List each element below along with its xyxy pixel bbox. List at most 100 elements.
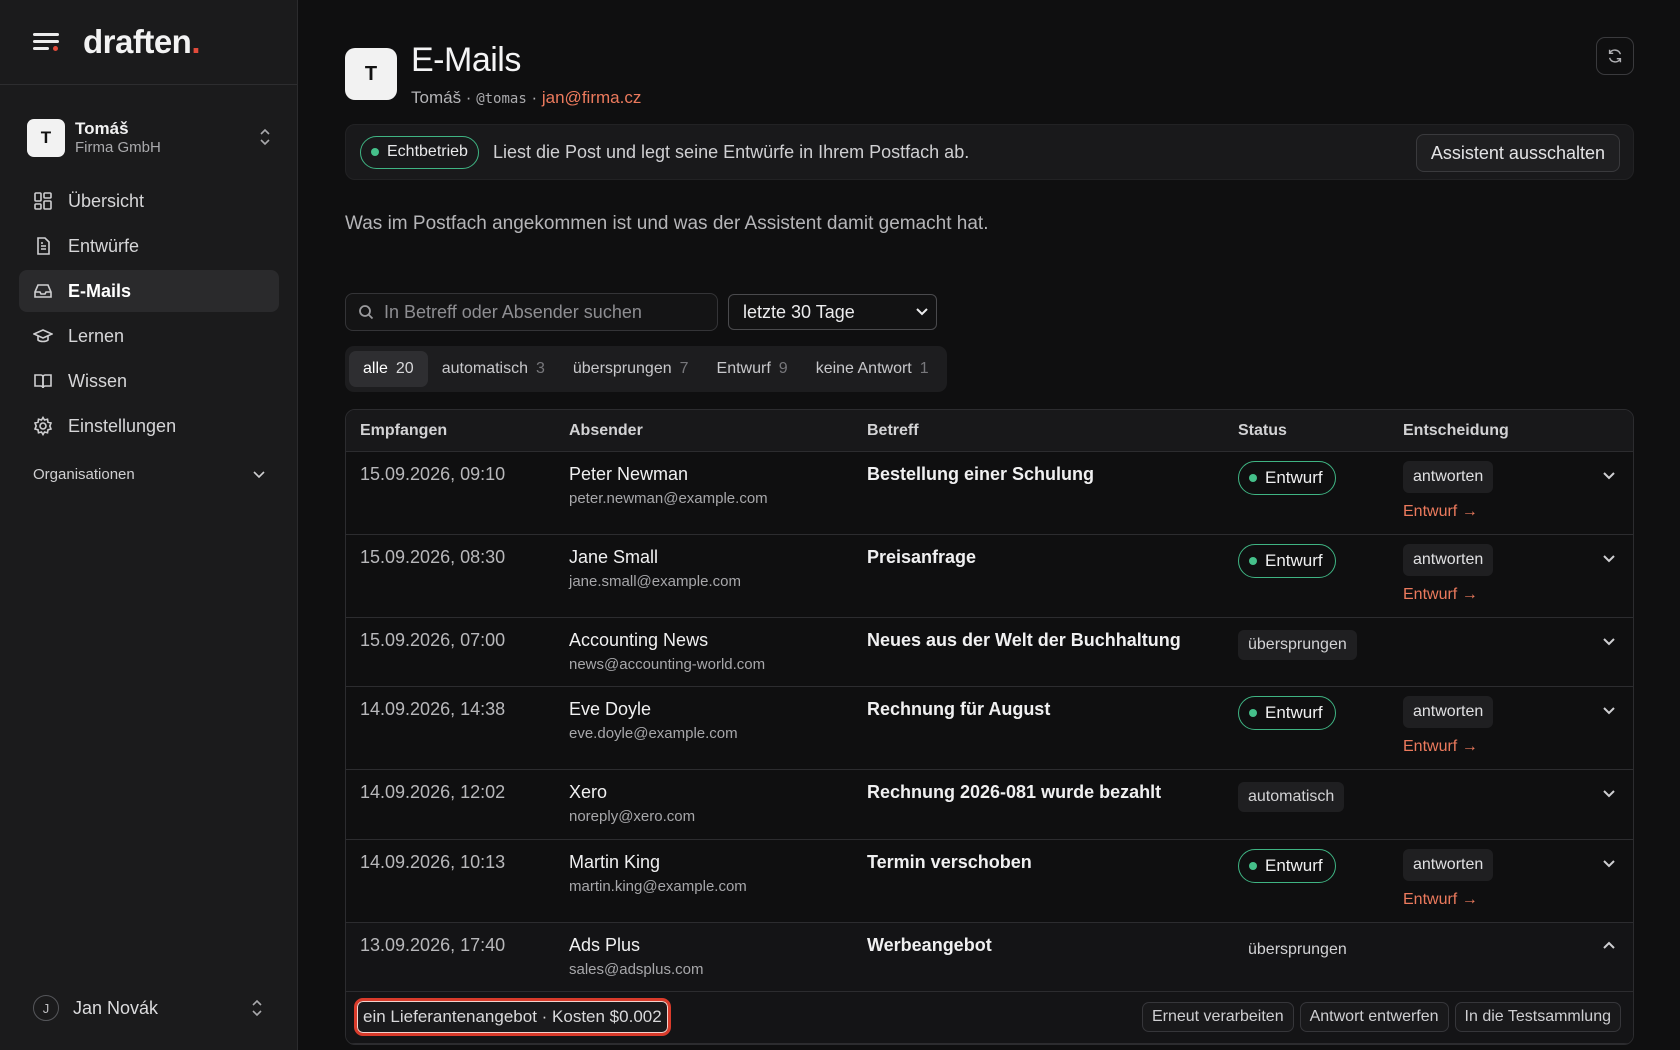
sender-name: Martin King [569, 852, 661, 872]
sidebar-item-emails[interactable]: E-Mails [19, 270, 279, 312]
decision-chip: antworten [1403, 696, 1494, 728]
filter-tabs: alle 20 automatisch 3 übersprungen 7 Entwur… [345, 346, 947, 392]
sidebar-item-uebersicht[interactable]: Übersicht [19, 180, 279, 222]
chevrons-up-down-icon [251, 999, 263, 1017]
assistant-name: Tomáš [411, 88, 462, 107]
sidebar: draften. T Tomáš Firma GmbH Übersicht En… [0, 0, 298, 1050]
sidebar-item-lernen[interactable]: Lernen [19, 315, 279, 357]
sender-name: Jane Small [569, 547, 659, 567]
subject: Rechnung für August [867, 699, 1051, 719]
search-icon [359, 305, 374, 320]
column-header[interactable]: Betreff [867, 410, 919, 452]
sidebar-item-einstellungen[interactable]: Einstellungen [19, 405, 279, 447]
filter-tab-keine-antwort[interactable]: keine Antwort 1 [802, 351, 943, 387]
table-row[interactable]: 15.09.2026, 09:10 Peter Newman peter.newm… [346, 452, 1633, 535]
chevron-down-icon [1603, 707, 1615, 715]
graduation-cap-icon [33, 329, 53, 343]
table-row[interactable]: 14.09.2026, 10:13 Martin King martin.king… [346, 840, 1633, 923]
logo-dot: . [191, 23, 201, 60]
page-title: E-Mails [411, 41, 521, 79]
status-dot-icon [371, 148, 379, 156]
chevron-down-icon [916, 304, 928, 319]
reprocess-button[interactable]: Erneut verarbeiten [1141, 1002, 1294, 1032]
filter-count: 20 [395, 360, 414, 377]
status-cell: Entwurf [1238, 696, 1336, 730]
assistant-handle: @tomas [476, 91, 527, 107]
expand-row-button[interactable] [1602, 856, 1616, 870]
status-label: Entwurf [1265, 468, 1323, 487]
subject: Termin verschoben [867, 852, 1032, 872]
filter-tab-alle[interactable]: alle 20 [349, 351, 428, 387]
grid-icon [34, 192, 52, 210]
received-date: 14.09.2026, 12:02 [360, 782, 506, 802]
decision-cell: antworten Entwurf → [1403, 696, 1494, 756]
chevron-up-icon [1603, 941, 1615, 949]
status-badge: Entwurf [1238, 461, 1336, 495]
open-draft-link[interactable]: Entwurf → [1403, 586, 1493, 604]
user-menu[interactable]: J Jan Novák [33, 995, 265, 1021]
collapse-row-button[interactable] [1602, 939, 1616, 953]
sidebar-item-label: Einstellungen [68, 415, 177, 436]
tenant-name: Tomáš [75, 119, 129, 138]
refresh-button[interactable] [1596, 37, 1634, 75]
status-badge: übersprungen [1238, 630, 1357, 660]
decision-chip: antworten [1403, 544, 1494, 576]
assistant-email-link[interactable]: jan@firma.cz [542, 88, 641, 107]
column-header[interactable]: Absender [569, 410, 643, 452]
expand-row-button[interactable] [1602, 786, 1616, 800]
table-row[interactable]: 15.09.2026, 08:30 Jane Small jane.small@e… [346, 535, 1633, 618]
filter-count: 7 [679, 360, 689, 377]
logo[interactable]: draften. [83, 23, 200, 61]
organisations-toggle[interactable]: Organisationen [33, 466, 265, 483]
subject: Preisanfrage [867, 547, 977, 567]
add-to-test-set-button[interactable]: In die Testsammlung [1454, 1002, 1621, 1032]
filter-tab-uebersprungen[interactable]: übersprungen 7 [559, 351, 703, 387]
page-description: Was im Postfach angekommen ist und was d… [345, 213, 989, 234]
filter-label: alle [363, 360, 388, 377]
status-dot-icon [1249, 862, 1257, 870]
organisations-label: Organisationen [33, 466, 135, 483]
page-header: T E-Mails Tomáš · @tomas · jan@firma.cz [345, 40, 641, 108]
column-header[interactable]: Entscheidung [1403, 410, 1509, 452]
sidebar-item-label: Wissen [68, 370, 128, 391]
filter-tab-automatisch[interactable]: automatisch 3 [428, 351, 559, 387]
table-row[interactable]: 14.09.2026, 12:02 Xero noreply@xero.com R… [346, 770, 1633, 840]
expand-row-button[interactable] [1602, 703, 1616, 717]
expand-row-button[interactable] [1602, 634, 1616, 648]
column-header[interactable]: Status [1238, 410, 1287, 452]
filter-count: 1 [919, 360, 929, 377]
draft-reply-button[interactable]: Antwort entwerfen [1299, 1002, 1449, 1032]
open-draft-link[interactable]: Entwurf → [1403, 738, 1493, 756]
status-cell: automatisch [1238, 779, 1345, 812]
sidebar-item-wissen[interactable]: Wissen [19, 360, 279, 402]
expand-row-button[interactable] [1602, 551, 1616, 565]
status-cell: Entwurf [1238, 461, 1336, 495]
table-row[interactable]: 13.09.2026, 17:40 Ads Plus sales@adsplus.… [346, 923, 1633, 992]
gear-icon [33, 416, 53, 436]
sidebar-item-label: Entwürfe [68, 235, 140, 256]
column-header[interactable]: Empfangen [360, 410, 447, 452]
table-row[interactable]: 15.09.2026, 07:00 Accounting News news@ac… [346, 618, 1633, 687]
banner-text: Liest die Post und legt seine Entwürfe i… [492, 141, 970, 162]
open-draft-link[interactable]: Entwurf → [1403, 503, 1493, 521]
menu-icon[interactable] [33, 31, 59, 53]
expand-row-button[interactable] [1602, 468, 1616, 482]
sender-email: jane.small@example.com [569, 573, 741, 590]
sidebar-item-entwuerfe[interactable]: Entwürfe [19, 225, 279, 267]
status-label: Entwurf [1265, 551, 1323, 570]
filter-tab-entwurf[interactable]: Entwurf 9 [703, 351, 802, 387]
filter-label: automatisch [441, 360, 528, 377]
sender-email: noreply@xero.com [569, 808, 696, 825]
received-date: 15.09.2026, 08:30 [360, 547, 506, 567]
status-dot-icon [1249, 709, 1257, 717]
date-range-select[interactable]: letzte 30 Tage [728, 294, 937, 330]
status-badge: automatisch [1238, 782, 1345, 812]
tenant-switcher[interactable]: T Tomáš Firma GmbH [27, 115, 273, 161]
sender-email: eve.doyle@example.com [569, 725, 738, 742]
search-input[interactable]: In Betreff oder Absender suchen [345, 293, 718, 331]
table-row[interactable]: 14.09.2026, 14:38 Eve Doyle eve.doyle@exa… [346, 687, 1633, 770]
sender-name: Eve Doyle [569, 699, 652, 719]
open-draft-link[interactable]: Entwurf → [1403, 891, 1493, 909]
disable-assistant-button[interactable]: Assistent ausschalten [1415, 134, 1620, 172]
received-date: 15.09.2026, 09:10 [360, 464, 506, 484]
